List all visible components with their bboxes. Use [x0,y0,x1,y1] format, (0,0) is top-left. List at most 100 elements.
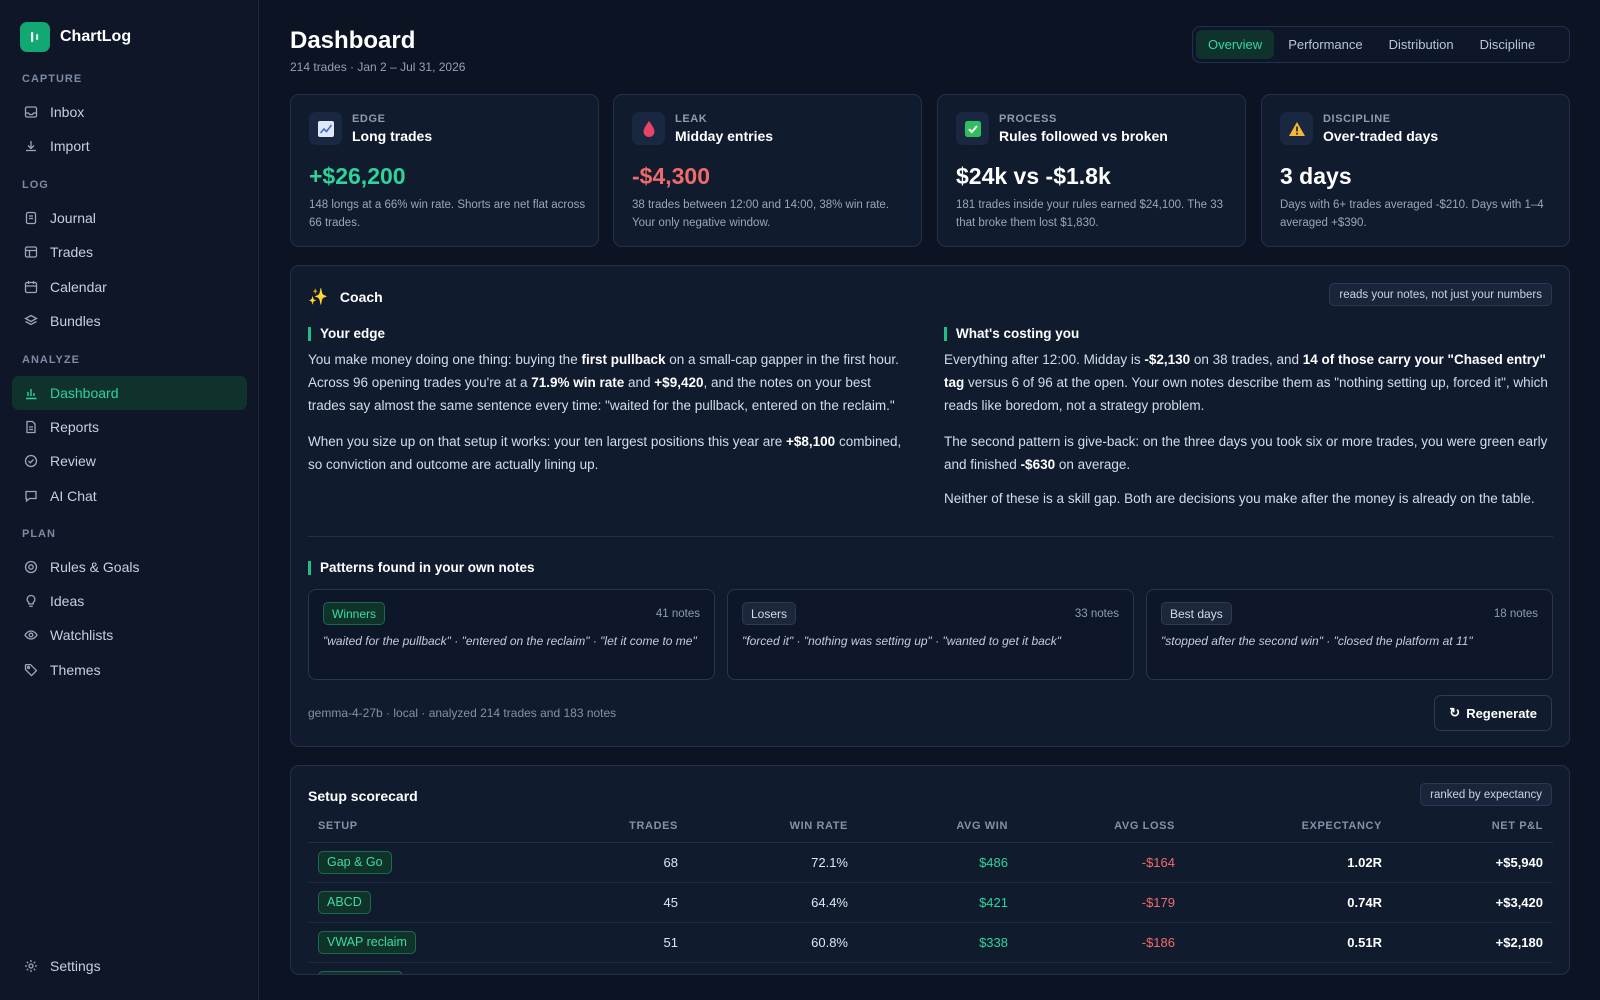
nav-section-plan: PLAN [22,528,56,540]
kpi-card-leak[interactable]: LEAK Midday entries -$4,300 38 trades be… [613,94,922,247]
layers-icon [24,314,38,328]
kpi-card-edge[interactable]: EDGE Long trades +$26,200 148 longs at a… [290,94,599,247]
cost-paragraph-2: The second pattern is give-back: on the … [944,430,1554,476]
sidebar-item-import[interactable]: Import [12,129,247,163]
kpi-card-process[interactable]: PROCESS Rules followed vs broken $24k vs… [937,94,1246,247]
pattern-tag: Losers [742,602,797,625]
win-rate-cell: 72.1% [688,842,858,883]
sidebar-item-reports[interactable]: Reports [12,410,247,444]
setup-tag[interactable]: ABCD [318,890,371,914]
col-net-pnl[interactable]: NET P&L [1392,810,1553,843]
expectancy-cell: 0.22R [1185,962,1392,974]
warning-icon [1280,112,1313,145]
kpi-description: 148 longs at a 66% win rate. Shorts are … [309,199,586,229]
col-avg-loss[interactable]: AVG LOSS [1018,810,1185,843]
inbox-icon [24,105,38,119]
chart-up-icon [309,112,342,145]
pattern-card-losers[interactable]: Losers 33 notes "forced it" · "nothing w… [727,589,1134,680]
tab-distribution[interactable]: Distribution [1377,30,1466,59]
patterns-heading: Patterns found in your own notes [308,561,535,575]
win-rate-cell: 60.8% [688,922,858,963]
avg-loss-cell: -$186 [1018,922,1185,963]
avg-loss-cell: -$241 [1018,962,1185,974]
regenerate-button[interactable]: ↻ Regenerate [1434,695,1552,731]
costing-heading: What's costing you [944,327,1079,341]
col-win-rate[interactable]: WIN RATE [688,810,858,843]
kpi-title: Long trades [352,128,433,144]
sidebar-item-label: Journal [50,210,96,226]
pattern-card-winners[interactable]: Winners 41 notes "waited for the pullbac… [308,589,715,680]
tab-discipline[interactable]: Discipline [1468,30,1548,59]
emphasis-text: first pullback [581,352,666,367]
sidebar-item-bundles[interactable]: Bundles [12,304,247,338]
drop-icon [632,112,665,145]
edge-paragraph-1: You make money doing one thing: buying t… [308,348,908,417]
sidebar-item-themes[interactable]: Themes [12,653,247,687]
expectancy-cell: 1.02R [1185,842,1392,883]
sidebar-item-label: Trades [50,244,94,260]
sidebar-item-review[interactable]: Review [12,444,247,478]
cost-paragraph-3: Neither of these is a skill gap. Both ar… [944,491,1535,506]
table-row[interactable]: ABCD 45 64.4% $421 -$179 0.74R +$3,420 [308,882,1553,923]
pattern-quotes: "forced it" · "nothing was setting up" ·… [742,634,1062,648]
sidebar-item-journal[interactable]: Journal [12,201,247,235]
document-icon [24,420,38,434]
brand[interactable]: ChartLog [20,22,131,52]
kpi-value: 3 days [1280,163,1352,189]
emphasis-text: -$630 [1020,457,1056,472]
sidebar-item-ideas[interactable]: Ideas [12,584,247,618]
col-setup[interactable]: SETUP [308,810,528,843]
kpi-title: Over-traded days [1323,128,1439,144]
coach-header: ✨ Coach [308,287,383,307]
refresh-icon: ↻ [1449,705,1461,720]
kpi-eyebrow: EDGE [352,113,386,125]
col-avg-win[interactable]: AVG WIN [858,810,1018,843]
table-row[interactable]: Halt resume 1952.6%$402-$2410.22R+$940 [308,962,1553,974]
chartlog-logo-icon [20,22,50,52]
notebook-icon [24,211,38,225]
setup-tag[interactable]: Halt resume [318,970,404,974]
table-row[interactable]: Gap & Go 68 72.1% $486 -$164 1.02R +$5,940 [308,842,1553,883]
col-expectancy[interactable]: EXPECTANCY [1185,810,1392,843]
kpi-eyebrow: PROCESS [999,113,1057,125]
setup-tag[interactable]: Gap & Go [318,850,392,874]
sidebar-item-calendar[interactable]: Calendar [12,270,247,304]
kpi-description: 38 trades between 12:00 and 14:00, 38% w… [632,199,890,229]
sidebar-item-label: Inbox [50,104,85,120]
tab-performance[interactable]: Performance [1276,30,1374,59]
app-name: ChartLog [60,28,132,45]
trades-cell: 45 [528,882,688,923]
kpi-value: +$26,200 [309,163,406,189]
sidebar-item-label: Ideas [50,593,85,609]
kpi-description: Days with 6+ trades averaged -$210. Days… [1280,199,1544,229]
kpi-value: -$4,300 [632,163,711,189]
sidebar-item-settings[interactable]: Settings [12,949,247,983]
sidebar-item-label: Settings [50,958,101,974]
kpi-title: Rules followed vs broken [999,128,1168,144]
net-pnl-cell: +$3,420 [1392,882,1553,923]
pattern-quotes: "stopped after the second win" · "closed… [1161,634,1473,648]
sidebar-item-dashboard[interactable]: Dashboard [12,376,247,410]
avg-loss-cell: -$164 [1018,842,1185,883]
kpi-card-discipline[interactable]: DISCIPLINE Over-traded days 3 days Days … [1261,94,1570,247]
kpi-description: 181 trades inside your rules earned $24,… [956,199,1224,229]
sidebar-item-ai-chat[interactable]: AI Chat [12,479,247,513]
sidebar-item-label: Watchlists [50,627,114,643]
sidebar-item-trades[interactable]: Trades [12,235,247,269]
setup-tag[interactable]: VWAP reclaim [318,930,416,954]
pattern-card-best-days[interactable]: Best days 18 notes "stopped after the se… [1146,589,1553,680]
emphasis-text: 71.9% win rate [531,375,625,390]
page-title: Dashboard [290,27,416,54]
tab-overview[interactable]: Overview [1196,30,1275,59]
table-row[interactable]: VWAP reclaim 51 60.8% $338 -$186 0.51R +$2,180 [308,922,1553,963]
sidebar-item-watchlists[interactable]: Watchlists [12,618,247,652]
bar-chart-icon [24,386,38,400]
sidebar-item-label: Themes [50,662,101,678]
sidebar-item-label: Calendar [50,279,107,295]
col-trades[interactable]: TRADES [528,810,688,843]
gear-icon [24,959,38,973]
sidebar-item-rules-goals[interactable]: Rules & Goals [12,550,247,584]
download-icon [24,139,38,153]
sidebar-item-label: Review [50,453,96,469]
sidebar-item-inbox[interactable]: Inbox [12,95,247,129]
